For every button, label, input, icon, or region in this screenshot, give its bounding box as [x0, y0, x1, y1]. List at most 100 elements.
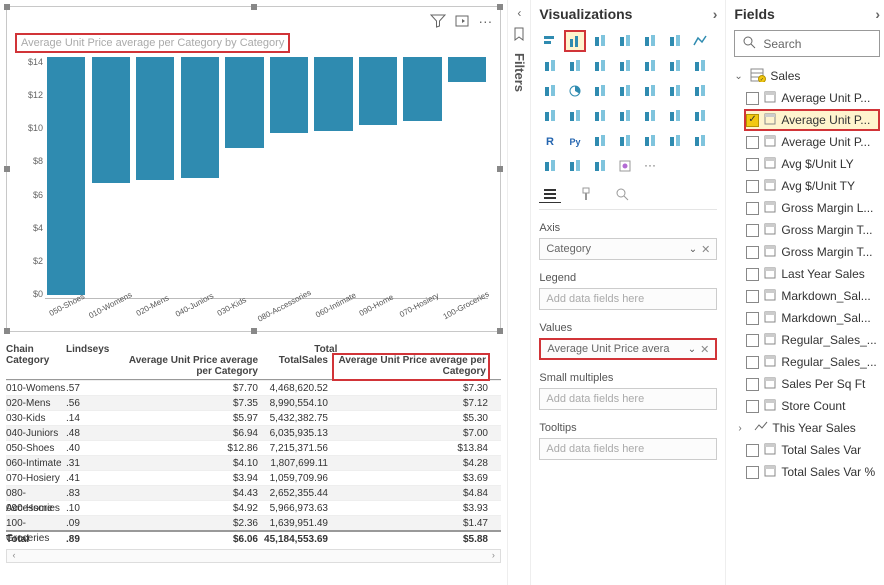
- field-checkbox[interactable]: [746, 268, 759, 281]
- field-checkbox[interactable]: [746, 114, 759, 127]
- field-row[interactable]: Store Count: [746, 395, 880, 417]
- table-row[interactable]: 050-Shoes.40$12.867,215,371.56$13.84: [6, 440, 501, 455]
- viz-funnel-icon[interactable]: [689, 55, 711, 77]
- table-row[interactable]: 100-Groceries.09$2.361,639,951.49$1.47: [6, 515, 501, 530]
- field-checkbox[interactable]: [746, 290, 759, 303]
- col-totalsales[interactable]: TotalSales: [264, 355, 334, 379]
- values-well[interactable]: Average Unit Price avera ⌄ ✕: [539, 338, 717, 360]
- chart-bar[interactable]: [181, 57, 219, 178]
- table-row[interactable]: 070-Hosiery.41$3.941,059,709.96$3.69: [6, 470, 501, 485]
- field-row[interactable]: Regular_Sales_...: [746, 329, 880, 351]
- col-category[interactable]: Category: [6, 355, 66, 379]
- viz-stacked-bar-icon[interactable]: [539, 30, 561, 52]
- viz-multi-card-icon[interactable]: [589, 105, 611, 127]
- search-input[interactable]: Search: [734, 30, 880, 57]
- viz-stacked-area-icon[interactable]: [564, 55, 586, 77]
- table-row[interactable]: 060-Intimate.31$4.101,807,699.11$4.28: [6, 455, 501, 470]
- chart-bar[interactable]: [403, 57, 441, 121]
- viz-r-visual-icon[interactable]: R: [539, 130, 561, 152]
- viz-custom-visual-icon[interactable]: [614, 155, 636, 177]
- chart-bar[interactable]: [314, 57, 352, 131]
- field-row[interactable]: Total Sales Var: [746, 439, 880, 461]
- resize-handle[interactable]: [497, 4, 503, 10]
- field-row[interactable]: Markdown_Sal...: [746, 285, 880, 307]
- resize-handle[interactable]: [497, 166, 503, 172]
- viz-filled-map-icon[interactable]: [664, 80, 686, 102]
- axis-well[interactable]: Category ⌄ ✕: [539, 238, 717, 260]
- viz-power-apps-icon[interactable]: [564, 155, 586, 177]
- chevron-down-icon[interactable]: ⌄: [734, 71, 746, 82]
- field-row[interactable]: Regular_Sales_...: [746, 351, 880, 373]
- viz-scatter-icon[interactable]: [539, 80, 561, 102]
- field-this-year-sales[interactable]: › This Year Sales: [738, 417, 880, 439]
- field-checkbox[interactable]: [746, 312, 759, 325]
- field-row[interactable]: Gross Margin L...: [746, 197, 880, 219]
- remove-values-icon[interactable]: ✕: [700, 343, 709, 356]
- field-row[interactable]: Average Unit P...: [744, 109, 880, 131]
- field-row[interactable]: Markdown_Sal...: [746, 307, 880, 329]
- viz-waterfall-icon[interactable]: [664, 55, 686, 77]
- viz-stacked-column-icon[interactable]: [564, 30, 586, 52]
- viz-more-icon[interactable]: ···: [639, 155, 661, 177]
- viz-arcgis-icon[interactable]: [539, 155, 561, 177]
- chart-bar[interactable]: [448, 57, 486, 82]
- table-row[interactable]: 040-Juniors.48$6.946,035,935.13$7.00: [6, 425, 501, 440]
- focus-mode-icon[interactable]: [454, 13, 470, 33]
- chevron-down-icon[interactable]: ⌄: [688, 344, 696, 355]
- viz-table-icon[interactable]: [664, 105, 686, 127]
- chart-bar[interactable]: [136, 57, 174, 180]
- expand-filters-icon[interactable]: ‹: [508, 6, 530, 20]
- field-checkbox[interactable]: [746, 400, 759, 413]
- collapse-viz-icon[interactable]: ›: [713, 6, 718, 22]
- table-row[interactable]: 010-Womens.57$7.704,468,620.52$7.30: [6, 380, 501, 395]
- chart-bar[interactable]: [92, 57, 130, 183]
- viz-line-clustered-col-icon[interactable]: [614, 55, 636, 77]
- filters-pane-collapsed[interactable]: ‹ Filters: [507, 0, 531, 585]
- viz-stacked-bar-100-icon[interactable]: [639, 30, 661, 52]
- resize-handle[interactable]: [497, 328, 503, 334]
- viz-clustered-bar-icon[interactable]: [589, 30, 611, 52]
- field-checkbox[interactable]: [746, 224, 759, 237]
- chart-bar[interactable]: [270, 57, 308, 133]
- viz-line-icon[interactable]: [689, 30, 711, 52]
- field-checkbox[interactable]: [746, 466, 759, 479]
- viz-treemap-icon[interactable]: [614, 80, 636, 102]
- viz-map-icon[interactable]: [639, 80, 661, 102]
- viz-donut-icon[interactable]: [589, 80, 611, 102]
- legend-well[interactable]: Add data fields here: [539, 288, 717, 310]
- field-checkbox[interactable]: [746, 136, 759, 149]
- viz-azure-map-icon[interactable]: [689, 80, 711, 102]
- table-row[interactable]: 020-Mens.56$7.358,990,554.10$7.12: [6, 395, 501, 410]
- chevron-right-icon[interactable]: ›: [738, 423, 750, 434]
- scroll-left-icon[interactable]: ‹: [7, 550, 21, 562]
- fields-tab-icon[interactable]: [539, 185, 561, 203]
- analytics-tab-icon[interactable]: [611, 185, 633, 203]
- field-row[interactable]: Average Unit P...: [746, 87, 880, 109]
- field-checkbox[interactable]: [746, 180, 759, 193]
- remove-axis-icon[interactable]: ✕: [701, 243, 710, 256]
- field-row[interactable]: Last Year Sales: [746, 263, 880, 285]
- horizontal-scrollbar[interactable]: ‹ ›: [6, 549, 501, 563]
- resize-handle[interactable]: [251, 328, 257, 334]
- viz-key-influencers-icon[interactable]: [589, 130, 611, 152]
- field-row[interactable]: Avg $/Unit LY: [746, 153, 880, 175]
- col-avg1[interactable]: Average Unit Price average per Category: [122, 355, 264, 379]
- viz-gauge-icon[interactable]: [539, 105, 561, 127]
- viz-py-visual-icon[interactable]: Py: [564, 130, 586, 152]
- collapse-fields-icon[interactable]: ›: [875, 6, 880, 22]
- more-options-icon[interactable]: ···: [478, 13, 492, 33]
- viz-ribbon-icon[interactable]: [639, 55, 661, 77]
- filter-icon[interactable]: [430, 13, 446, 33]
- field-checkbox[interactable]: [746, 202, 759, 215]
- viz-decomp-tree-icon[interactable]: [614, 130, 636, 152]
- viz-power-automate-icon[interactable]: [589, 155, 611, 177]
- field-row[interactable]: Sales Per Sq Ft: [746, 373, 880, 395]
- field-checkbox[interactable]: [746, 334, 759, 347]
- field-row[interactable]: Gross Margin T...: [746, 219, 880, 241]
- viz-clustered-column-icon[interactable]: [614, 30, 636, 52]
- viz-kpi-icon[interactable]: [614, 105, 636, 127]
- resize-handle[interactable]: [4, 166, 10, 172]
- field-row[interactable]: Gross Margin T...: [746, 241, 880, 263]
- viz-narrative-icon[interactable]: [664, 130, 686, 152]
- table-sales[interactable]: ⌄ ✓ Sales: [734, 65, 880, 87]
